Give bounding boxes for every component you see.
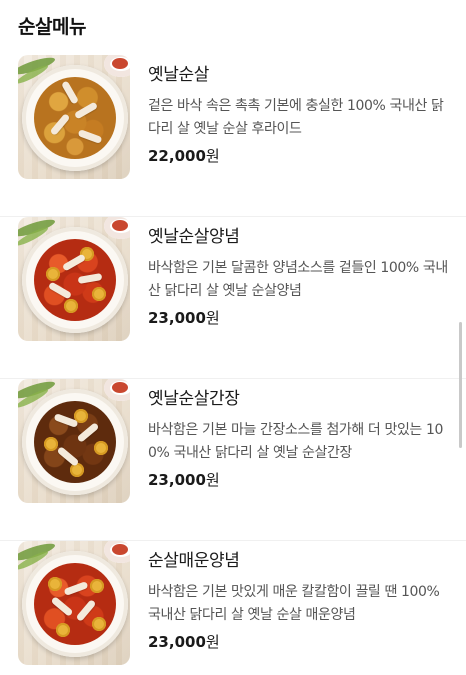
section-title: 순살메뉴 [18, 16, 86, 38]
menu-item-info: 옛날순살양념 바삭함은 기본 달콤한 양념소스를 겉들인 100% 국내산 닭다… [148, 225, 452, 329]
price-currency: 원 [205, 633, 220, 651]
sauced-chicken-image [18, 217, 130, 341]
menu-item-name: 순살매운양념 [148, 551, 240, 571]
menu-item-sunsal-maeun-yangnyeom[interactable]: 순살매운양념 바삭함은 기본 맛있게 매운 칼칼함이 끌릴 땐 100% 국내산… [0, 541, 466, 675]
price-currency: 원 [205, 147, 220, 165]
menu-item-yetnal-sunsal-ganjang[interactable]: 옛날순살간장 바삭함은 기본 마늘 간장소스를 첨가해 더 맛있는 100% 국… [0, 379, 466, 541]
scrollbar[interactable] [459, 322, 462, 448]
price-currency: 원 [205, 471, 220, 489]
menu-item-price: 23,000원 [148, 307, 452, 329]
menu-item-yetnal-sunsal[interactable]: 옛날순살 겉은 바삭 속은 촉촉 기본에 충실한 100% 국내산 닭다리 살 … [0, 55, 466, 217]
spicy-chicken-image [18, 541, 130, 665]
soy-chicken-image [18, 379, 130, 503]
menu-item-description: 겉은 바삭 속은 촉촉 기본에 충실한 100% 국내산 닭다리 살 옛날 순살… [148, 98, 444, 137]
menu-item-price: 23,000원 [148, 469, 452, 491]
price-value: 23,000 [148, 309, 206, 327]
menu-list: 옛날순살 겉은 바삭 속은 촉촉 기본에 충실한 100% 국내산 닭다리 살 … [0, 55, 466, 675]
menu-item-yetnal-sunsal-yangnyeom[interactable]: 옛날순살양념 바삭함은 기본 달콤한 양념소스를 겉들인 100% 국내산 닭다… [0, 217, 466, 379]
price-currency: 원 [205, 309, 220, 327]
menu-item-name: 옛날순살간장 [148, 389, 240, 409]
menu-page: 순살메뉴 옛날순살 겉은 바삭 속은 촉촉 기본에 충실한 100% 국내산 닭… [0, 0, 466, 675]
menu-item-description: 바삭함은 기본 달콤한 양념소스를 겉들인 100% 국내산 닭다리 살 옛날 … [148, 260, 448, 299]
price-value: 23,000 [148, 471, 206, 489]
price-value: 23,000 [148, 633, 206, 651]
menu-item-description: 바삭함은 기본 마늘 간장소스를 첨가해 더 맛있는 100% 국내산 닭다리 … [148, 422, 443, 461]
menu-item-name: 옛날순살 [148, 65, 209, 85]
menu-item-info: 옛날순살간장 바삭함은 기본 마늘 간장소스를 첨가해 더 맛있는 100% 국… [148, 387, 452, 491]
fried-chicken-image [18, 55, 130, 179]
price-value: 22,000 [148, 147, 206, 165]
menu-item-name: 옛날순살양념 [148, 227, 240, 247]
menu-item-price: 23,000원 [148, 631, 452, 653]
menu-item-info: 순살매운양념 바삭함은 기본 맛있게 매운 칼칼함이 끌릴 땐 100% 국내산… [148, 549, 452, 653]
menu-item-info: 옛날순살 겉은 바삭 속은 촉촉 기본에 충실한 100% 국내산 닭다리 살 … [148, 63, 452, 167]
menu-item-description: 바삭함은 기본 맛있게 매운 칼칼함이 끌릴 땐 100% 국내산 닭다리 살 … [148, 584, 440, 623]
menu-item-price: 22,000원 [148, 145, 452, 167]
